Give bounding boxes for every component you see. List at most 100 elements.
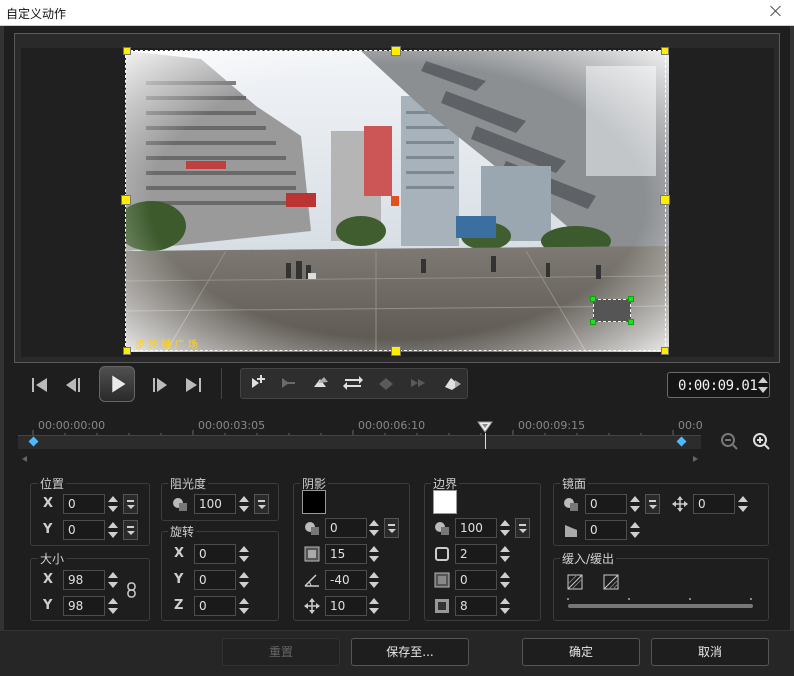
cancel-button[interactable]: 取消 xyxy=(651,638,769,666)
rotation-x-input[interactable]: 0 xyxy=(194,544,236,564)
swap-keyframe-icon[interactable] xyxy=(338,370,368,396)
shadow-handle-bl[interactable] xyxy=(590,319,596,325)
mirror-opacity-dropdown[interactable] xyxy=(645,494,660,514)
border-width-input[interactable]: 2 xyxy=(455,544,497,564)
size-title: 大小 xyxy=(38,550,67,567)
position-x-dropdown[interactable] xyxy=(123,494,138,514)
shadow-angle-icon xyxy=(304,572,320,588)
go-to-end-icon[interactable] xyxy=(178,372,208,398)
position-y-spinner[interactable] xyxy=(106,520,119,540)
border-opacity-spinner[interactable] xyxy=(498,518,511,538)
shadow-blur-icon xyxy=(304,546,320,562)
mirror-opacity-spinner[interactable] xyxy=(628,494,641,514)
border-blur-input[interactable]: 0 xyxy=(455,570,497,590)
opacity-spinner[interactable] xyxy=(237,494,250,514)
shadow-distance-input[interactable]: 10 xyxy=(325,596,367,616)
timecode-field[interactable]: 0:00:09.01 xyxy=(667,372,770,398)
size-y-spinner[interactable] xyxy=(106,596,119,616)
border-color-swatch[interactable] xyxy=(433,490,457,514)
position-x-input[interactable]: 0 xyxy=(63,494,105,514)
next-frame-icon[interactable] xyxy=(145,372,175,398)
scroll-right-icon[interactable] xyxy=(693,456,698,462)
rotation-z-input[interactable]: 0 xyxy=(194,596,236,616)
shadow-angle-spinner[interactable] xyxy=(367,570,380,590)
fade-out-icon[interactable] xyxy=(603,574,619,590)
next-keyframe-icon[interactable] xyxy=(437,370,467,396)
link-icon[interactable] xyxy=(124,582,140,598)
close-icon[interactable] xyxy=(768,3,784,19)
mirror-fade-spinner[interactable] xyxy=(628,520,641,540)
border-width-icon xyxy=(434,546,450,562)
remove-keyframe-icon[interactable] xyxy=(273,370,303,396)
handle-bottom-left[interactable] xyxy=(123,347,131,355)
shadow-color-swatch[interactable] xyxy=(302,490,326,514)
shadow-opacity-spinner[interactable] xyxy=(367,518,380,538)
shadow-blur-spinner[interactable] xyxy=(367,544,380,564)
size-x-spinner[interactable] xyxy=(106,570,119,590)
shadow-preview-box[interactable] xyxy=(593,299,631,322)
shadow-handle-tr[interactable] xyxy=(628,296,634,302)
border-width-spinner[interactable] xyxy=(498,544,511,564)
handle-bottom-right[interactable] xyxy=(661,347,669,355)
move-right-keyframe-icon[interactable] xyxy=(403,370,433,396)
mirror-fade-input[interactable]: 0 xyxy=(585,520,627,540)
rotation-x-spinner[interactable] xyxy=(237,544,250,564)
go-to-start-icon[interactable] xyxy=(25,372,55,398)
border-edge-icon xyxy=(434,598,450,614)
handle-right[interactable] xyxy=(660,195,670,205)
previous-frame-icon[interactable] xyxy=(58,372,88,398)
rotation-y-spinner[interactable] xyxy=(237,570,250,590)
handle-top-right[interactable] xyxy=(661,47,669,55)
border-opacity-input[interactable]: 100 xyxy=(455,518,497,538)
position-y-input[interactable]: 0 xyxy=(63,520,105,540)
fade-in-icon[interactable] xyxy=(567,574,583,590)
size-y-input[interactable]: 98 xyxy=(63,596,105,616)
handle-top-left-green[interactable] xyxy=(123,47,131,55)
playhead[interactable] xyxy=(477,421,493,433)
scroll-left-icon[interactable] xyxy=(22,456,27,462)
opacity-dropdown[interactable] xyxy=(254,494,269,514)
shadow-distance-spinner[interactable] xyxy=(367,596,380,616)
size-x-input[interactable]: 98 xyxy=(63,570,105,590)
border-opacity-dropdown[interactable] xyxy=(515,518,530,538)
border-edge-spinner[interactable] xyxy=(498,596,511,616)
opacity-icon xyxy=(172,496,188,512)
position-y-dropdown[interactable] xyxy=(123,520,138,540)
add-keyframe-icon[interactable] xyxy=(243,370,273,396)
handle-bottom[interactable] xyxy=(391,346,401,356)
handle-top[interactable] xyxy=(391,46,401,56)
opacity-input[interactable]: 100 xyxy=(194,494,236,514)
rotation-y-input[interactable]: 0 xyxy=(194,570,236,590)
ok-button[interactable]: 确定 xyxy=(522,638,640,666)
selection-box[interactable] xyxy=(125,50,666,351)
video-watermark: 步 步 铺 广 场 xyxy=(135,340,198,351)
fade-slider[interactable] xyxy=(568,604,753,608)
handle-left[interactable] xyxy=(121,195,131,205)
mirror-offset-input[interactable]: 0 xyxy=(693,494,735,514)
save-to-button[interactable]: 保存至... xyxy=(351,638,469,666)
position-x-label: X xyxy=(43,496,54,511)
rotation-z-spinner[interactable] xyxy=(237,596,250,616)
shadow-handle-tl[interactable] xyxy=(590,296,596,302)
window-title: 自定义动作 xyxy=(6,7,67,21)
shadow-opacity-dropdown[interactable] xyxy=(384,518,399,538)
reverse-keyframe-icon[interactable] xyxy=(306,370,336,396)
border-blur-spinner[interactable] xyxy=(498,570,511,590)
play-button[interactable] xyxy=(99,366,135,402)
reset-button[interactable]: 重置 xyxy=(222,638,340,666)
shadow-opacity-input[interactable]: 0 xyxy=(325,518,367,538)
mirror-opacity-input[interactable]: 0 xyxy=(585,494,627,514)
shadow-angle-input[interactable]: -40 xyxy=(325,570,367,590)
move-left-keyframe-icon[interactable] xyxy=(371,370,401,396)
shadow-blur-input[interactable]: 15 xyxy=(325,544,367,564)
timecode-spinner[interactable] xyxy=(756,375,769,395)
fade-title: 缓入/缓出 xyxy=(560,550,617,567)
timeline-track[interactable] xyxy=(18,435,701,449)
zoom-out-icon[interactable] xyxy=(720,432,740,452)
position-x-spinner[interactable] xyxy=(106,494,119,514)
mirror-offset-spinner[interactable] xyxy=(736,494,749,514)
border-edge-input[interactable]: 8 xyxy=(455,596,497,616)
zoom-in-icon[interactable] xyxy=(752,432,772,452)
border-blur-icon xyxy=(434,572,450,588)
shadow-handle-br[interactable] xyxy=(628,319,634,325)
